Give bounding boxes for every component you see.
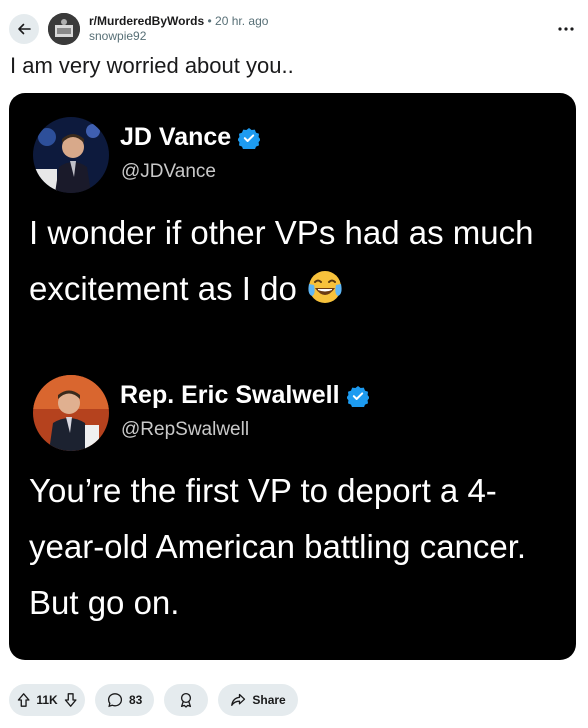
share-label: Share (252, 693, 286, 707)
comment-icon (107, 693, 123, 708)
downvote-icon[interactable] (64, 692, 77, 708)
tweet-handle: @JDVance (121, 161, 216, 182)
share-icon (231, 693, 246, 706)
author-name-text: JD Vance (120, 123, 232, 151)
comments-button[interactable]: 83 (95, 684, 155, 716)
verified-badge-icon (346, 385, 369, 407)
award-icon (181, 692, 192, 708)
post-actions-bar: 11K 83 Share (9, 684, 298, 716)
upvote-icon[interactable] (17, 692, 30, 708)
author-link[interactable]: snowpie92 (89, 29, 268, 44)
tweet-avatar (33, 117, 109, 193)
post-title: I am very worried about you.. (10, 53, 294, 78)
tears-of-joy-emoji-icon (306, 267, 344, 323)
back-button[interactable] (9, 14, 39, 44)
tweet-text: You’re the first VP to deport a 4-year-o… (29, 472, 527, 621)
award-button[interactable] (164, 684, 209, 716)
post-image[interactable]: JD Vance @JDVance I wonder if other VPs … (9, 93, 576, 660)
verified-badge-icon (238, 127, 261, 149)
subreddit-avatar[interactable] (48, 13, 80, 45)
arrow-left-icon (18, 23, 31, 35)
ellipsis-icon (558, 27, 574, 31)
vote-control: 11K (9, 684, 85, 716)
comment-count: 83 (129, 693, 143, 707)
tweet-text-content: I wonder if other VPs had as much excite… (29, 214, 534, 307)
tweet-author-name: Rep. Eric Swalwell (120, 381, 369, 410)
share-button[interactable]: Share (218, 684, 298, 716)
post-meta: r/MurderedByWords • 20 hr. ago snowpie92 (89, 14, 268, 44)
tweet-author-name: JD Vance (120, 123, 261, 152)
author-name-text: Rep. Eric Swalwell (120, 381, 340, 409)
subreddit-link[interactable]: r/MurderedByWords (89, 14, 204, 28)
post-time: 20 hr. ago (215, 14, 269, 28)
tweet-handle: @RepSwalwell (121, 419, 250, 440)
more-options-button[interactable] (558, 20, 574, 31)
tweet-avatar (33, 375, 109, 451)
tweet-text: I wonder if other VPs had as much excite… (29, 205, 559, 323)
vote-count: 11K (36, 693, 58, 707)
meta-separator: • (207, 14, 212, 28)
